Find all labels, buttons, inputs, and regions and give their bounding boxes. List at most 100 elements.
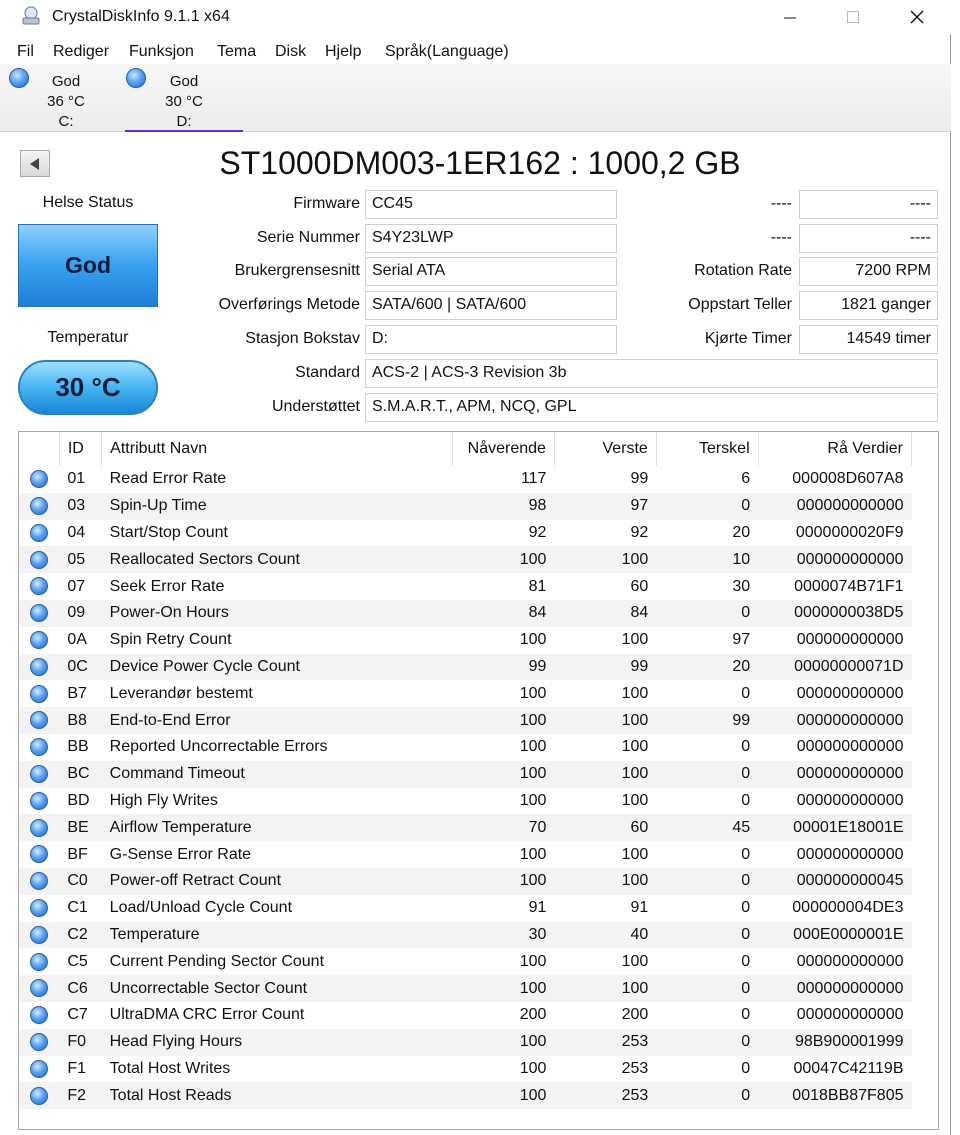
table-row[interactable]: F0 Head Flying Hours 100 253 0 98B900001999: [19, 1028, 912, 1056]
menu-language[interactable]: Språk(Language): [385, 43, 509, 61]
table-row[interactable]: C1 Load/Unload Cycle Count 91 91 0 000000004D…: [19, 895, 912, 922]
table-row[interactable]: BE Airflow Temperature 70 60 45 00001E18001E: [19, 814, 912, 842]
firmware-value: CC45: [365, 190, 617, 219]
rotation-rate-value: 7200 RPM: [799, 257, 938, 286]
worst-value: 100: [621, 952, 649, 970]
worst-value: 100: [554, 707, 657, 734]
menu-bar: Fil Rediger Funksjon Tema Disk Hjelp Spr…: [0, 40, 951, 66]
maximize-button[interactable]: [830, 2, 876, 32]
table-row[interactable]: 09 Power-On Hours 84 84 0 0000000038D5: [19, 599, 912, 627]
table-row[interactable]: 03 Spin-Up Time 98 97 0 000000000000: [19, 492, 912, 520]
status-cell: [19, 975, 60, 1002]
threshold-value: 0: [656, 599, 759, 627]
status-cell: [19, 841, 59, 868]
status-orb-icon: [30, 872, 49, 891]
raw-value: 000000000000: [796, 845, 904, 863]
attribute-name: End-to-End Error: [101, 707, 453, 734]
drive-tab-d[interactable]: God 30 °C D:: [125, 64, 243, 132]
worst-value: 97: [554, 492, 657, 520]
status-cell: [19, 653, 60, 681]
worst-value: 40: [554, 921, 657, 949]
close-icon: [910, 10, 924, 24]
column-header-status[interactable]: [19, 432, 60, 466]
status-orb-icon: [30, 523, 49, 542]
attribute-id: 0A: [67, 631, 87, 649]
temperature-button[interactable]: 30 °C: [18, 360, 158, 415]
attribute-name: Spin-Up Time: [101, 492, 453, 520]
status-orb-icon: [30, 631, 49, 650]
health-status-button[interactable]: God: [18, 224, 158, 307]
table-row[interactable]: F2 Total Host Reads 100 253 0 0018BB87F805: [19, 1082, 912, 1110]
current-value: 100: [452, 760, 555, 788]
table-header-row: ID Attributt Navn Nåverende Verste Tersk…: [19, 432, 913, 466]
current-value: 70: [452, 814, 555, 842]
table-row[interactable]: 05 Reallocated Sectors Count 100 100 10 00000…: [19, 546, 912, 574]
table-row[interactable]: 0C Device Power Cycle Count 99 99 20 00000000…: [19, 653, 912, 681]
table-row[interactable]: BD High Fly Writes 100 100 0 000000000000: [19, 788, 912, 815]
column-header-worst[interactable]: Verste: [554, 432, 657, 466]
current-value: 30: [452, 921, 555, 949]
column-header-current[interactable]: Nåverende: [452, 432, 555, 466]
menu-function[interactable]: Funksjon: [129, 43, 194, 61]
status-orb-icon: [30, 765, 49, 784]
threshold-value: 0: [741, 684, 751, 702]
table-row[interactable]: C0 Power-off Retract Count 100 100 0 00000000…: [19, 867, 912, 895]
table-row[interactable]: 01 Read Error Rate 117 99 6 000008D607A8: [19, 466, 912, 493]
threshold-value: 0: [656, 867, 759, 895]
minimize-button[interactable]: [767, 2, 813, 32]
table-row[interactable]: 0A Spin Retry Count 100 100 97 000000000000: [19, 627, 912, 654]
current-value: 100: [519, 845, 547, 863]
menu-edit[interactable]: Rediger: [53, 43, 109, 61]
table-row[interactable]: B8 End-to-End Error 100 100 99 000000000000: [19, 707, 912, 734]
previous-disk-button[interactable]: [20, 150, 50, 177]
raw-value: 000000000000: [758, 975, 912, 1002]
menu-help[interactable]: Hjelp: [325, 43, 361, 61]
drive-status: God: [169, 73, 199, 90]
rotation-rate-label: Rotation Rate: [694, 262, 792, 279]
attribute-id: BF: [67, 845, 88, 863]
power-on-count-value: 1821 ganger: [799, 291, 938, 320]
status-orb-icon: [30, 1033, 49, 1052]
raw-value: 000000000000: [758, 707, 912, 734]
attribute-name: Current Pending Sector Count: [109, 952, 325, 970]
table-row[interactable]: C7 UltraDMA CRC Error Count 200 200 0 0000000…: [19, 1002, 912, 1029]
status-orb-icon: [30, 899, 49, 918]
table-row[interactable]: F1 Total Host Writes 100 253 0 00047C42119B: [19, 1056, 912, 1083]
worst-value: 100: [621, 631, 649, 649]
drive-temp: 36 °C: [47, 93, 85, 110]
table-row[interactable]: 07 Seek Error Rate 81 60 30 0000074B71F1: [19, 573, 912, 600]
threshold-value: 0: [656, 975, 759, 1002]
column-header-name[interactable]: Attributt Navn: [101, 432, 454, 466]
table-row[interactable]: BF G-Sense Error Rate 100 100 0 000000000000: [19, 841, 912, 868]
column-header-id[interactable]: ID: [59, 432, 103, 466]
menu-theme[interactable]: Tema: [217, 43, 256, 61]
status-cell: [19, 734, 59, 761]
status-orb-icon: [30, 1086, 49, 1105]
status-orb-icon: [30, 577, 49, 596]
attribute-id: BE: [59, 814, 102, 842]
attribute-id: C1: [67, 899, 88, 917]
table-row[interactable]: C2 Temperature 30 40 0 000E0000001E: [19, 921, 912, 949]
table-row[interactable]: B7 Leverandør bestemt 100 100 0 000000000000: [19, 680, 912, 707]
column-header-threshold[interactable]: Terskel: [656, 432, 759, 466]
status-cell: [19, 1056, 59, 1083]
close-button[interactable]: [894, 2, 940, 32]
worst-value: 253: [554, 1028, 657, 1056]
attribute-id: C0: [59, 867, 102, 895]
table-row[interactable]: C6 Uncorrectable Sector Count 100 100 0 00000…: [19, 975, 912, 1002]
drive-tab-c[interactable]: God 36 °C C:: [7, 64, 125, 132]
smart-attributes-table[interactable]: ID Attributt Navn Nåverende Verste Tersk…: [18, 431, 939, 1130]
current-value: 100: [452, 1082, 555, 1110]
menu-file[interactable]: Fil: [17, 43, 34, 61]
table-row[interactable]: BB Reported Uncorrectable Errors 100 100 0 00…: [19, 734, 912, 761]
table-row[interactable]: 04 Start/Stop Count 92 92 20 0000000020F9: [19, 520, 912, 547]
column-header-raw[interactable]: Rå Verdier: [758, 432, 913, 466]
raw-value: 00001E18001E: [758, 814, 912, 842]
serial-label: Serie Nummer: [256, 229, 360, 246]
attribute-id: BC: [59, 760, 102, 788]
menu-disk[interactable]: Disk: [275, 43, 306, 61]
status-cell: [19, 788, 59, 815]
current-value: 91: [528, 899, 547, 917]
table-row[interactable]: BC Command Timeout 100 100 0 000000000000: [19, 760, 912, 788]
table-row[interactable]: C5 Current Pending Sector Count 100 100 0 000…: [19, 948, 912, 975]
